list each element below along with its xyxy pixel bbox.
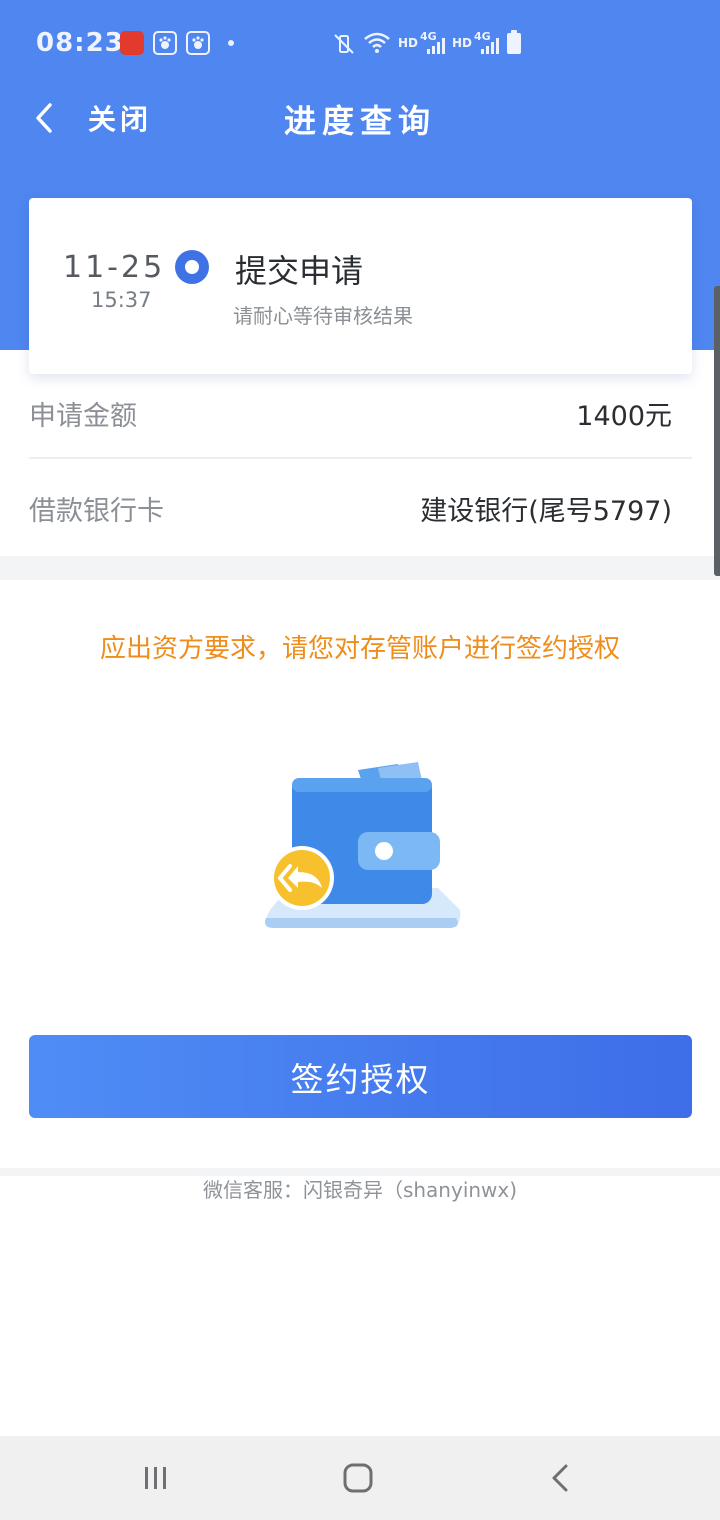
system-back-icon — [552, 1464, 568, 1492]
wifi-icon — [364, 32, 390, 53]
mute-vibrate-icon — [334, 34, 354, 54]
section-separator — [0, 556, 720, 580]
progress-step-description: 请耐心等待审核结果 — [233, 304, 413, 328]
customer-service-text: 微信客服：闪银奇异（shanyinwx) — [202, 1178, 518, 1202]
baidu-notification-icon-2 — [186, 31, 210, 55]
recent-apps-icon — [145, 1467, 166, 1489]
bank-app-notification-icon — [120, 31, 144, 55]
hd-label-2: HD — [452, 36, 473, 50]
system-navigation-bar — [0, 1436, 720, 1520]
home-button[interactable] — [328, 1452, 388, 1504]
bank-card-label: 借款银行卡 — [29, 496, 164, 527]
sign-authorize-button[interactable]: 签约授权 — [29, 1035, 692, 1118]
progress-date: 11-25 — [63, 250, 166, 285]
more-notifications-dot — [228, 40, 234, 46]
bank-card-value: 建设银行(尾号5797) — [420, 496, 672, 527]
scroll-indicator — [714, 286, 720, 576]
amount-label: 申请金额 — [29, 401, 137, 432]
progress-step-dot-icon — [175, 250, 209, 284]
system-back-button[interactable] — [530, 1452, 590, 1504]
status-time: 08:23 — [36, 28, 124, 58]
divider — [29, 457, 692, 459]
signal-icon-2 — [481, 38, 499, 54]
status-bar: 08:23 HD 4G HD 4G — [0, 0, 720, 86]
home-icon — [343, 1463, 373, 1493]
wallet-icon — [265, 762, 461, 928]
amount-row: 申请金额 1400元 — [29, 394, 692, 490]
progress-card: 11-25 15:37 提交申请 请耐心等待审核结果 — [29, 198, 692, 374]
baidu-notification-icon — [153, 31, 177, 55]
page-title: 进度查询 — [283, 102, 436, 140]
recent-apps-button[interactable] — [126, 1452, 186, 1504]
amount-value: 1400元 — [576, 401, 672, 432]
battery-icon — [507, 30, 521, 54]
signal-icon-1 — [427, 38, 445, 54]
authorization-notice: 应出资方要求，请您对存管账户进行签约授权 — [99, 634, 620, 664]
progress-time: 15:37 — [91, 288, 152, 312]
hd-label-1: HD — [398, 36, 419, 50]
progress-step-title: 提交申请 — [235, 252, 364, 290]
